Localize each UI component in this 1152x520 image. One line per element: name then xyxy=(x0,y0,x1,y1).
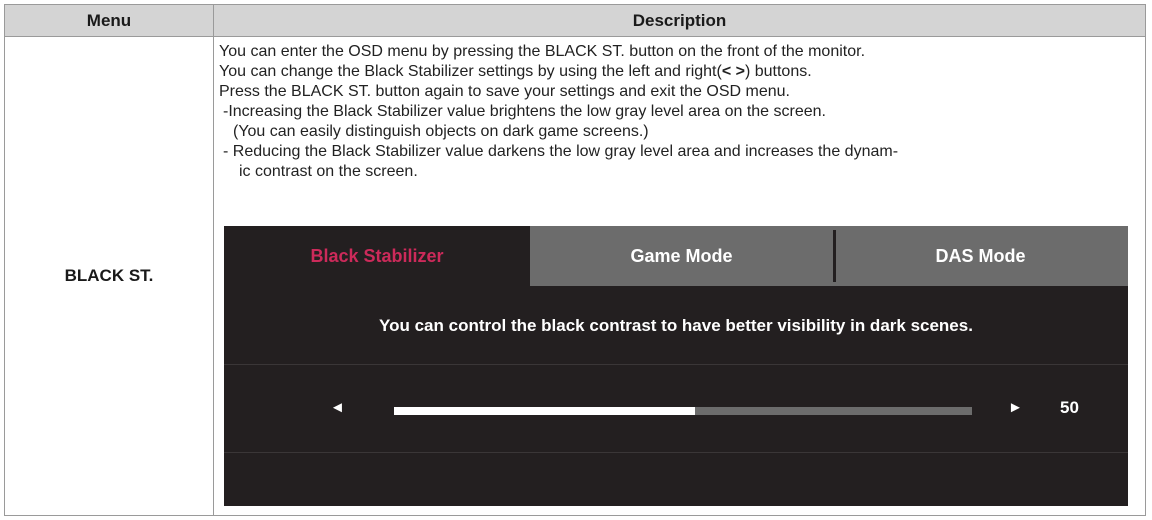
slider-value: 50 xyxy=(1060,398,1079,417)
tab-game-mode[interactable]: Game Mode xyxy=(530,226,833,286)
slider-fill xyxy=(394,407,695,415)
desc-line-7: ic contrast on the screen. xyxy=(239,163,418,180)
black-stabilizer-slider[interactable] xyxy=(394,407,972,415)
left-arrow-icon[interactable]: ◄ xyxy=(330,398,345,418)
desc-line-1: You can enter the OSD menu by pressing t… xyxy=(219,43,866,60)
left-right-symbols: < > xyxy=(721,63,745,80)
menu-cell-black-st: BLACK ST. xyxy=(64,266,154,285)
desc-line-5: (You can easily distinguish objects on d… xyxy=(233,123,649,140)
desc-line-6: - Reducing the Black Stabilizer value da… xyxy=(223,143,899,160)
desc-line-2: You can change the Black Stabilizer sett… xyxy=(219,63,812,80)
header-description: Description xyxy=(632,10,727,30)
column-divider xyxy=(213,5,214,515)
header-menu: Menu xyxy=(86,10,132,30)
desc-line-3: Press the BLACK ST. button again to save… xyxy=(219,83,790,100)
osd-divider xyxy=(224,452,1128,453)
tab-black-stabilizer[interactable]: Black Stabilizer xyxy=(224,226,530,286)
osd-divider xyxy=(224,364,1128,365)
desc-line-4: -Increasing the Black Stabilizer value b… xyxy=(223,103,826,120)
osd-screen: Black Stabilizer Game Mode DAS Mode You … xyxy=(224,226,1128,506)
right-arrow-icon[interactable]: ► xyxy=(1008,398,1023,418)
description-text: You can enter the OSD menu by pressing t… xyxy=(219,42,1119,182)
tab-das-mode[interactable]: DAS Mode xyxy=(833,226,1128,286)
osd-message: You can control the black contrast to ha… xyxy=(379,316,973,335)
osd-tab-bar: Black Stabilizer Game Mode DAS Mode xyxy=(224,226,1128,286)
tab-separator xyxy=(833,230,836,282)
table-header: Menu Description xyxy=(5,5,1145,37)
